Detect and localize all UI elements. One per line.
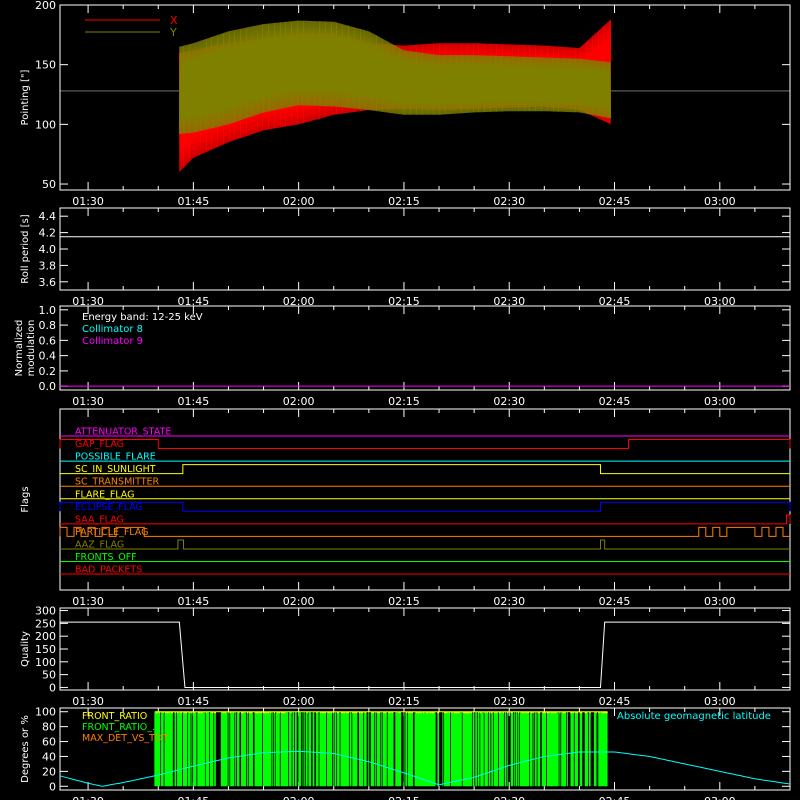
quality-ytick-label: 250 xyxy=(35,617,56,630)
pointing-ylabel: Pointing ["] xyxy=(20,69,31,125)
roll-ytick-label: 4.4 xyxy=(39,210,57,223)
diagnostics-figure: 01:30 01:45 02:00 02:15 02:30 02:45 03:0050100… xyxy=(0,0,800,800)
flag-label-possible_flare: POSSIBLE_FLARE xyxy=(75,452,156,463)
pointing-ytick-label: 150 xyxy=(35,59,56,72)
modulation-xtick-label: 02:00 xyxy=(283,395,315,408)
flags-xtick-label: 01:45 xyxy=(178,595,210,608)
flags-xtick-label: 01:30 xyxy=(72,595,104,608)
ratios-legend-label: FRONT_RATIO xyxy=(82,711,147,722)
pointing-ytick-label: 200 xyxy=(35,0,56,12)
quality-ytick-label: 200 xyxy=(35,630,56,643)
flag-label-saa_flag: SAA_FLAG xyxy=(75,514,124,525)
pointing-xtick-label: 02:30 xyxy=(493,195,525,208)
modulation-ytick-label: 0.6 xyxy=(39,334,57,347)
flags-xtick-label: 02:00 xyxy=(283,595,315,608)
modulation-xtick-label: 02:15 xyxy=(388,395,420,408)
quality-ytick-label: 0 xyxy=(49,681,56,694)
pointing-xtick-label: 03:00 xyxy=(704,195,736,208)
roll-ylabel: Roll period [s] xyxy=(20,214,31,283)
flag-label-sc_transmitter: SC_TRANSMITTER xyxy=(75,477,160,488)
quality-xtick-label: 02:45 xyxy=(599,695,631,708)
ratios-ytick-label: 20 xyxy=(42,765,56,778)
modulation-xtick-label: 02:45 xyxy=(599,395,631,408)
flag-label-particle_flag: PARTICLE_FLAG xyxy=(75,527,148,538)
quality-ytick-label: 150 xyxy=(35,643,56,656)
ratios-legend-label: FRONT_RATIO_... xyxy=(82,722,161,733)
modulation-annotation: Collimator 8 xyxy=(82,324,143,335)
quality-xtick-label: 03:00 xyxy=(704,695,736,708)
flag-label-aaz_flag: AAZ_FLAG xyxy=(75,539,124,550)
pointing-xtick-label: 02:00 xyxy=(283,195,315,208)
roll-ytick-label: 3.8 xyxy=(39,259,57,272)
quality-xtick-label: 02:00 xyxy=(283,695,315,708)
ratios-xtick-label: 01:30 xyxy=(72,795,104,800)
front-ratio-2-series xyxy=(154,711,608,787)
ratios-ytick-label: 40 xyxy=(42,750,56,763)
quality-xtick-label: 02:30 xyxy=(493,695,525,708)
pointing-xtick-label: 02:15 xyxy=(388,195,420,208)
modulation-ylabel: Normalized xyxy=(14,320,25,377)
modulation-ytick-label: 0.2 xyxy=(39,365,57,378)
pointing-xtick-label: 01:45 xyxy=(178,195,210,208)
flags-xtick-label: 02:15 xyxy=(388,595,420,608)
flags-ylabel: Flags xyxy=(20,486,31,512)
quality-ytick-label: 100 xyxy=(35,656,56,669)
roll-ytick-label: 3.6 xyxy=(39,276,57,289)
modulation-xtick-label: 01:45 xyxy=(178,395,210,408)
pointing-legend-label: Y xyxy=(169,26,177,39)
roll-ytick-label: 4.2 xyxy=(39,227,57,240)
geomag-label: Absolute geomagnetic latitude xyxy=(617,711,771,722)
modulation-ylabel: modulation xyxy=(26,320,37,377)
ratios-xtick-label: 01:45 xyxy=(178,795,210,800)
roll-ytick-label: 4.0 xyxy=(39,243,57,256)
pointing-ytick-label: 50 xyxy=(42,178,56,191)
ratios-xtick-label: 02:15 xyxy=(388,795,420,800)
modulation-xtick-label: 02:30 xyxy=(493,395,525,408)
flag-label-attenuator_state: ATTENUATOR_STATE xyxy=(75,427,171,438)
flags-xtick-label: 03:00 xyxy=(704,595,736,608)
modulation-annotation: Collimator 9 xyxy=(82,336,143,347)
ratios-legend-label: MAX_DET_VS_TOT xyxy=(82,733,168,744)
quality-ylabel: Quality xyxy=(20,631,31,667)
ratios-xtick-label: 03:00 xyxy=(704,795,736,800)
modulation-ytick-label: 0.0 xyxy=(39,380,57,393)
pointing-ytick-label: 100 xyxy=(35,118,56,131)
ratios-ytick-label: 0 xyxy=(49,780,56,793)
modulation-ytick-label: 0.4 xyxy=(39,350,57,363)
ratios-ytick-label: 100 xyxy=(35,706,56,719)
modulation-ytick-label: 1.0 xyxy=(39,304,57,317)
flags-xtick-label: 02:45 xyxy=(599,595,631,608)
quality-ytick-label: 50 xyxy=(42,669,56,682)
quality-xtick-label: 02:15 xyxy=(388,695,420,708)
ratios-ylabel: Degrees or % xyxy=(20,715,31,783)
flag-label-gap_flag: GAP_FLAG xyxy=(75,439,124,450)
flag-label-eclipse_flag: ECLIPSE_FLAG xyxy=(75,502,143,513)
flag-label-fronts_off: FRONTS_OFF xyxy=(75,552,137,563)
modulation-ytick-label: 0.8 xyxy=(39,319,57,332)
ratios-ytick-label: 80 xyxy=(42,721,56,734)
quality-xtick-label: 01:45 xyxy=(178,695,210,708)
pointing-xtick-label: 01:30 xyxy=(72,195,104,208)
flag-label-bad_packets: BAD_PACKETS xyxy=(75,565,142,576)
quality-ytick-label: 300 xyxy=(35,605,56,618)
flag-label-sc_in_sunlight: SC_IN_SUNLIGHT xyxy=(75,464,156,475)
ratios-xtick-label: 02:00 xyxy=(283,795,315,800)
ratios-xtick-label: 02:30 xyxy=(493,795,525,800)
modulation-xtick-label: 03:00 xyxy=(704,395,736,408)
ratios-ytick-label: 60 xyxy=(42,736,56,749)
modulation-xtick-label: 01:30 xyxy=(72,395,104,408)
modulation-annotation: Energy band: 12-25 keV xyxy=(82,312,203,323)
quality-xtick-label: 01:30 xyxy=(72,695,104,708)
pointing-xtick-label: 02:45 xyxy=(599,195,631,208)
ratios-xtick-label: 02:45 xyxy=(599,795,631,800)
flag-label-flare_flag: FLARE_FLAG xyxy=(75,489,135,500)
flags-xtick-label: 02:30 xyxy=(493,595,525,608)
